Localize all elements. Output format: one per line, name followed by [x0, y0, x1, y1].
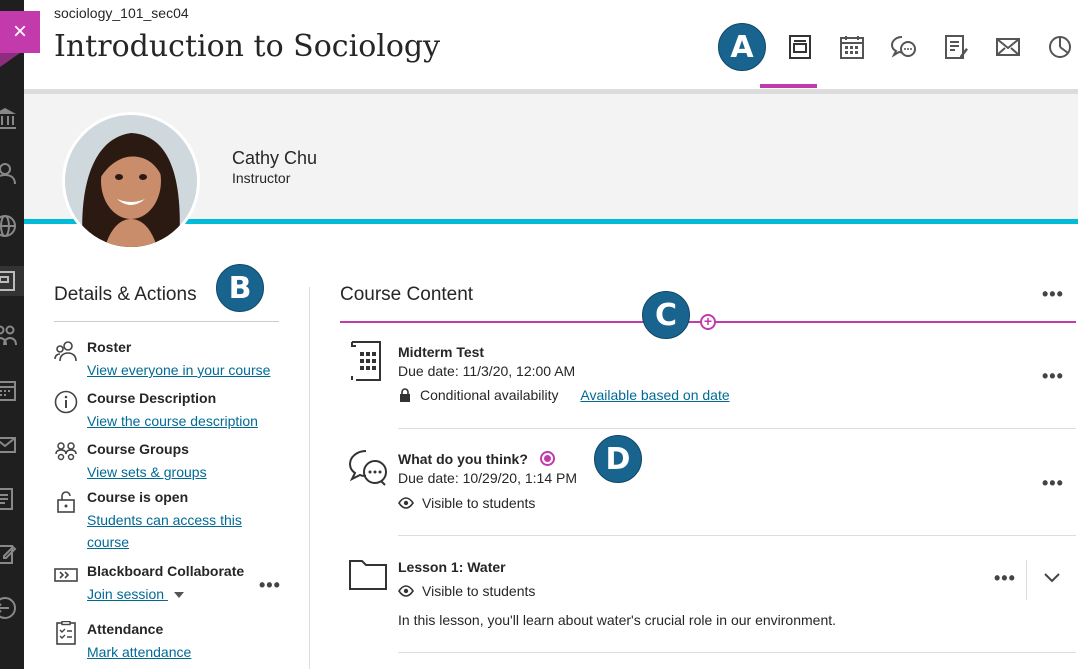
collaborate-more-button[interactable]: •••: [259, 575, 281, 596]
groups-icon[interactable]: [0, 320, 24, 350]
new-activity-icon: [539, 451, 555, 466]
details-title: Details & Actions: [54, 284, 197, 305]
callout-badge-a: A: [718, 23, 766, 71]
course-open-link[interactable]: Students can access this course: [87, 509, 242, 553]
content-item-title-text[interactable]: What do you think?: [398, 451, 528, 467]
visibility-row: Visible to students: [398, 495, 535, 511]
availability-status: Conditional availability: [420, 387, 559, 403]
lock-icon: [400, 388, 410, 402]
collaborate-title: Blackboard Collaborate: [87, 563, 245, 579]
visibility-row: Visible to students: [398, 583, 535, 599]
instructor-avatar[interactable]: [62, 112, 200, 250]
availability-link[interactable]: Available based on date: [580, 387, 729, 403]
groups-icon: [55, 442, 77, 461]
globe-icon[interactable]: [0, 211, 24, 241]
attendance-icon: [56, 621, 76, 645]
test-icon: [351, 341, 381, 381]
content-item-title[interactable]: Lesson 1: Water: [398, 559, 506, 575]
join-session-label: Join session: [87, 586, 165, 602]
profile-icon[interactable]: [0, 158, 24, 188]
tab-discussions[interactable]: [878, 30, 930, 64]
callout-badge-d: D: [594, 435, 642, 483]
sign-out-icon[interactable]: [0, 593, 24, 623]
discussion-icon: [348, 450, 387, 486]
due-date: Due date: 11/3/20, 12:00 AM: [398, 363, 576, 379]
course-open-title: Course is open: [87, 489, 189, 505]
page-title: Introduction to Sociology: [54, 29, 441, 64]
roster-link[interactable]: View everyone in your course: [87, 359, 270, 381]
course-header: sociology_101_sec04 Introduction to Soci…: [24, 0, 1078, 91]
chevron-down-icon[interactable]: [1043, 572, 1061, 584]
info-icon: [54, 390, 78, 414]
tab-gradebook[interactable]: [930, 30, 982, 64]
left-nav-rail: [0, 0, 24, 669]
course-open-link-line1: Students can access this: [87, 512, 242, 528]
divider: [398, 652, 1076, 653]
course-open-link-line2: course: [87, 534, 130, 550]
content-item-more-button[interactable]: •••: [994, 568, 1016, 589]
course-groups-title: Course Groups: [87, 441, 189, 457]
course-description-title: Course Description: [87, 390, 217, 406]
tab-analytics[interactable]: [1034, 30, 1078, 64]
content-item-title: What do you think?: [398, 451, 555, 467]
add-content-button[interactable]: +: [700, 314, 716, 330]
messages-icon[interactable]: [0, 430, 24, 460]
attendance-title: Attendance: [87, 621, 164, 637]
divider: [398, 428, 1076, 429]
content-item-more-button[interactable]: •••: [1042, 366, 1064, 387]
collaborate-icon: [54, 568, 78, 582]
course-content-more-button[interactable]: •••: [1042, 284, 1064, 305]
attendance-link[interactable]: Mark attendance: [87, 641, 191, 663]
content-item-description: In this lesson, you'll learn about water…: [398, 612, 837, 628]
tab-messages[interactable]: [982, 30, 1034, 64]
divider: [1026, 560, 1027, 600]
column-divider: [309, 287, 310, 669]
gradebook-icon: [945, 35, 968, 59]
callout-badge-b: B: [216, 264, 264, 312]
join-session-link[interactable]: Join session: [87, 583, 184, 605]
course-id: sociology_101_sec04: [54, 5, 189, 21]
unlock-icon: [57, 491, 75, 513]
roster-icon: [54, 341, 77, 362]
discussions-icon: [890, 36, 916, 58]
instructor-name[interactable]: Cathy Chu: [232, 148, 317, 169]
calendar-icon[interactable]: [0, 375, 24, 405]
close-icon: ×: [12, 18, 27, 45]
roster-title: Roster: [87, 339, 132, 355]
course-groups-link[interactable]: View sets & groups: [87, 461, 207, 483]
eye-icon: [398, 585, 414, 597]
grades-icon[interactable]: [0, 484, 24, 514]
due-date: Due date: 10/29/20, 1:14 PM: [398, 470, 578, 486]
tab-calendar[interactable]: [826, 30, 878, 64]
tab-course-content[interactable]: [774, 30, 826, 64]
divider: [54, 321, 279, 322]
content-item-title[interactable]: Midterm Test: [398, 344, 484, 360]
folder-icon: [349, 560, 387, 590]
callout-badge-c: C: [642, 291, 690, 339]
institution-icon[interactable]: [0, 103, 24, 133]
visibility-status[interactable]: Visible to students: [422, 495, 535, 511]
courses-icon[interactable]: [0, 266, 24, 296]
availability-row: Conditional availability Available based…: [398, 387, 730, 403]
analytics-icon: [1049, 36, 1071, 58]
caret-down-icon: [173, 592, 184, 599]
course-content-icon: [789, 35, 811, 59]
divider: [398, 535, 1076, 536]
calendar-icon: [840, 36, 864, 59]
course-nav: [774, 30, 1078, 64]
eye-icon: [398, 497, 414, 509]
messages-icon: [996, 38, 1020, 56]
course-content-title: Course Content: [340, 284, 474, 305]
instructor-role: Instructor: [232, 170, 291, 186]
active-tab-indicator: [760, 84, 817, 88]
close-button[interactable]: ×: [0, 11, 40, 53]
visibility-status[interactable]: Visible to students: [422, 583, 535, 599]
content-item-more-button[interactable]: •••: [1042, 473, 1064, 494]
course-description-link[interactable]: View the course description: [87, 410, 258, 432]
edit-icon[interactable]: [0, 539, 24, 569]
